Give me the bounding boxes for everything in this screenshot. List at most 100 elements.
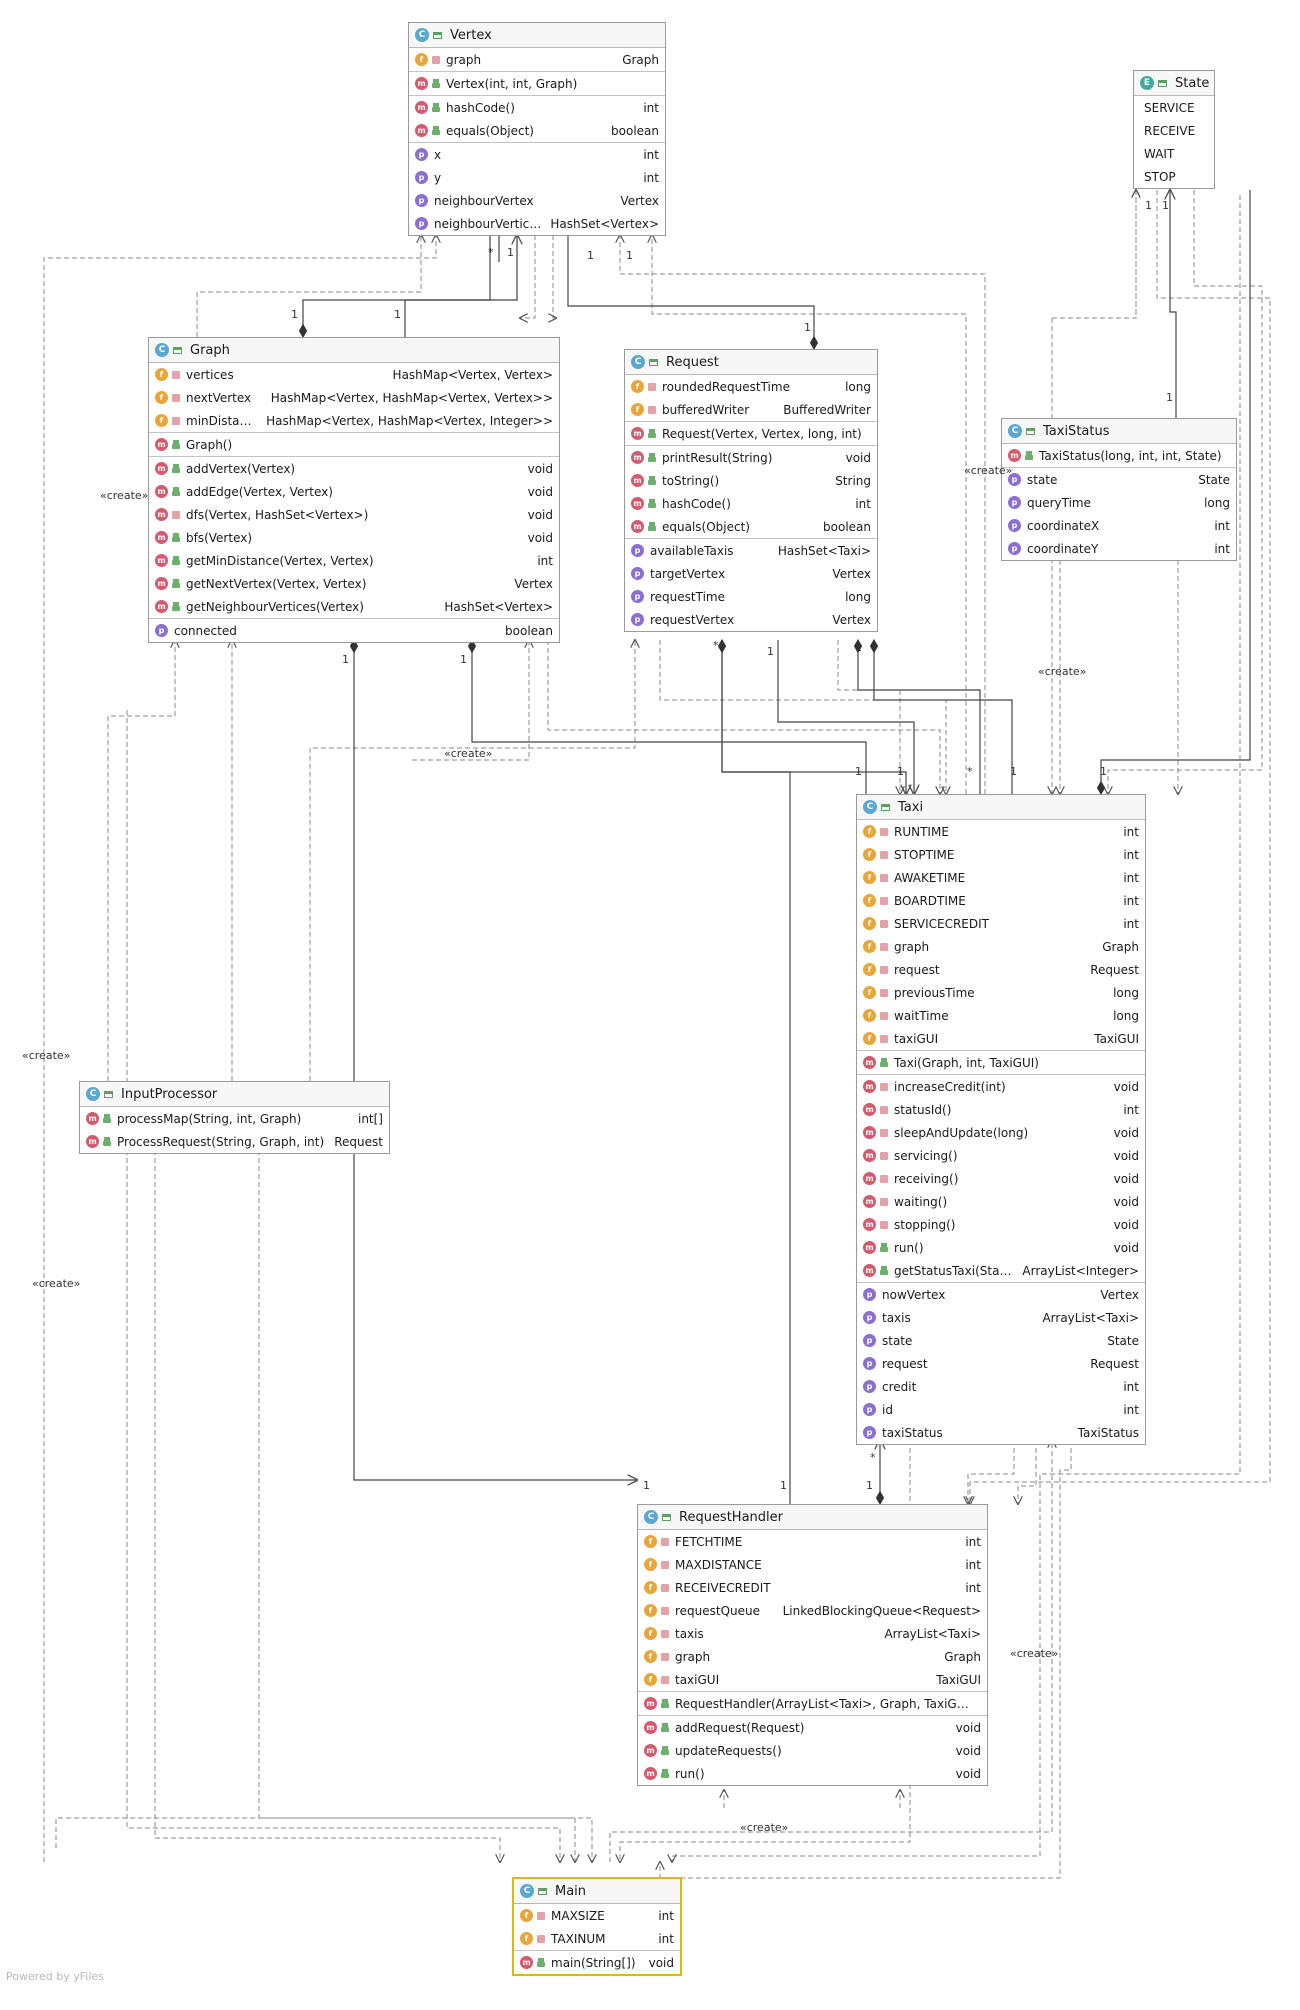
member-row[interactable]: f request Request [857, 958, 1145, 981]
member-row[interactable]: p requestTime long [625, 585, 877, 608]
member-row[interactable]: p neighbourVertices HashSet<Vertex> [409, 212, 665, 235]
member-row[interactable]: m getMinDistance(Vertex, Vertex) int [149, 549, 559, 572]
member-row[interactable]: p nowVertex Vertex [857, 1283, 1145, 1306]
public-visibility-icon [103, 1136, 111, 1146]
member-row[interactable]: f BOARDTIME int [857, 889, 1145, 912]
member-row[interactable]: f taxiGUI TaxiGUI [638, 1668, 987, 1691]
member-row[interactable]: m main(String[]) void [514, 1951, 680, 1974]
member-row[interactable]: m RequestHandler(ArrayList<Taxi>, Graph, … [638, 1692, 987, 1715]
member-row[interactable]: m addEdge(Vertex, Vertex) void [149, 480, 559, 503]
member-row[interactable]: f requestQueue LinkedBlockingQueue<Request… [638, 1599, 987, 1622]
class-taxistatus[interactable]: C TaxiStatus m TaxiStatus(long, int, int, S… [1001, 418, 1237, 561]
member-row[interactable]: f previousTime long [857, 981, 1145, 1004]
member-row[interactable]: m Request(Vertex, Vertex, long, int) [625, 422, 877, 445]
member-row[interactable]: p requestVertex Vertex [625, 608, 877, 631]
member-row[interactable]: f vertices HashMap<Vertex, Vertex> [149, 363, 559, 386]
member-row[interactable]: m addRequest(Request) void [638, 1716, 987, 1739]
member-row[interactable]: p availableTaxis HashSet<Taxi> [625, 539, 877, 562]
member-row[interactable]: p taxis ArrayList<Taxi> [857, 1306, 1145, 1329]
member-row[interactable]: m equals(Object) boolean [409, 119, 665, 142]
member-row[interactable]: m TaxiStatus(long, int, int, State) [1002, 444, 1236, 467]
member-section: m main(String[]) void [514, 1951, 680, 1974]
member-row[interactable]: SERVICE [1134, 96, 1214, 119]
member-row[interactable]: f nextVertex HashMap<Vertex, HashMap<Verte… [149, 386, 559, 409]
member-row[interactable]: f STOPTIME int [857, 843, 1145, 866]
member-row[interactable]: f SERVICECREDIT int [857, 912, 1145, 935]
member-row[interactable]: f TAXINUM int [514, 1927, 680, 1950]
member-row[interactable]: m receiving() void [857, 1167, 1145, 1190]
member-row[interactable]: p coordinateX int [1002, 514, 1236, 537]
member-row[interactable]: f graph Graph [857, 935, 1145, 958]
member-row[interactable]: m equals(Object) boolean [625, 515, 877, 538]
class-graph[interactable]: C Graph f vertices HashMap<Vertex, Vertex> f n… [148, 337, 560, 643]
class-icon: C [644, 1510, 658, 1524]
member-row[interactable]: f taxiGUI TaxiGUI [857, 1027, 1145, 1050]
class-request[interactable]: C Request f roundedRequestTime long f buffered… [624, 349, 878, 632]
member-row[interactable]: f waitTime long [857, 1004, 1145, 1027]
member-row[interactable]: f RUNTIME int [857, 820, 1145, 843]
member-row[interactable]: m statusId() int [857, 1098, 1145, 1121]
member-row[interactable]: m getStatusTaxi(State) ArrayList<Integer> [857, 1259, 1145, 1282]
member-row[interactable]: p request Request [857, 1352, 1145, 1375]
member-row[interactable]: m Graph() [149, 433, 559, 456]
member-row[interactable]: f MAXSIZE int [514, 1904, 680, 1927]
class-taxi[interactable]: C Taxi f RUNTIME int f STOPTIME int f AWAKETIME in… [856, 794, 1146, 1445]
member-row[interactable]: m servicing() void [857, 1144, 1145, 1167]
member-row[interactable]: m toString() String [625, 469, 877, 492]
member-row[interactable]: f minDistance HashMap<Vertex, HashMap<Vert… [149, 409, 559, 432]
member-row[interactable]: RECEIVE [1134, 119, 1214, 142]
member-row[interactable]: p targetVertex Vertex [625, 562, 877, 585]
member-row[interactable]: p state State [1002, 468, 1236, 491]
class-requesthandler[interactable]: C RequestHandler f FETCHTIME int f MAXDISTANCE… [637, 1504, 988, 1786]
member-row[interactable]: m sleepAndUpdate(long) void [857, 1121, 1145, 1144]
member-row[interactable]: m processMap(String, int, Graph) int[] [80, 1107, 389, 1130]
member-row[interactable]: m increaseCredit(int) void [857, 1075, 1145, 1098]
member-row[interactable]: m run() void [638, 1762, 987, 1785]
member-row[interactable]: STOP [1134, 165, 1214, 188]
member-row[interactable]: p coordinateY int [1002, 537, 1236, 560]
class-inputprocessor[interactable]: C InputProcessor m processMap(String, int, … [79, 1081, 390, 1154]
member-row[interactable]: m bfs(Vertex) void [149, 526, 559, 549]
member-row[interactable]: m getNextVertex(Vertex, Vertex) Vertex [149, 572, 559, 595]
member-row[interactable]: m hashCode() int [409, 96, 665, 119]
member-row[interactable]: p neighbourVertex Vertex [409, 189, 665, 212]
member-name: ProcessRequest(String, Graph, int) [117, 1134, 325, 1149]
member-row[interactable]: m waiting() void [857, 1190, 1145, 1213]
member-row[interactable]: p y int [409, 166, 665, 189]
member-row[interactable]: f roundedRequestTime long [625, 375, 877, 398]
create-stereotype-label: «create» [100, 489, 149, 502]
member-row[interactable]: WAIT [1134, 142, 1214, 165]
member-name: roundedRequestTime [662, 379, 790, 394]
member-row[interactable]: m getNeighbourVertices(Vertex) HashSet<Ver… [149, 595, 559, 618]
member-row[interactable]: f taxis ArrayList<Taxi> [638, 1622, 987, 1645]
member-row[interactable]: m addVertex(Vertex) void [149, 457, 559, 480]
enum-state[interactable]: E State SERVICE RECEIVE WAIT STOP [1133, 70, 1215, 189]
member-row[interactable]: f AWAKETIME int [857, 866, 1145, 889]
member-row[interactable]: f bufferedWriter BufferedWriter [625, 398, 877, 421]
member-row[interactable]: m updateRequests() void [638, 1739, 987, 1762]
member-row[interactable]: m ProcessRequest(String, Graph, int) Reque… [80, 1130, 389, 1153]
member-row[interactable]: m Vertex(int, int, Graph) [409, 72, 665, 95]
member-row[interactable]: f graph Graph [409, 48, 665, 71]
member-row[interactable]: p queryTime long [1002, 491, 1236, 514]
member-row[interactable]: p x int [409, 143, 665, 166]
member-type: HashMap<Vertex, Vertex> [392, 367, 553, 382]
member-row[interactable]: f RECEIVECREDIT int [638, 1576, 987, 1599]
class-main[interactable]: C Main f MAXSIZE int f TAXINUM int m main(String[… [512, 1877, 682, 1976]
member-row[interactable]: p taxiStatus TaxiStatus [857, 1421, 1145, 1444]
member-row[interactable]: m dfs(Vertex, HashSet<Vertex>) void [149, 503, 559, 526]
member-row[interactable]: p state State [857, 1329, 1145, 1352]
member-row[interactable]: m hashCode() int [625, 492, 877, 515]
class-vertex[interactable]: C Vertex f graph Graph m Vertex(int, int, Grap… [408, 22, 666, 236]
member-row[interactable]: f FETCHTIME int [638, 1530, 987, 1553]
member-row[interactable]: m stopping() void [857, 1213, 1145, 1236]
member-row[interactable]: m Taxi(Graph, int, TaxiGUI) [857, 1051, 1145, 1074]
member-row[interactable]: p connected boolean [149, 619, 559, 642]
member-name: Vertex(int, int, Graph) [446, 76, 578, 91]
member-row[interactable]: p id int [857, 1398, 1145, 1421]
member-row[interactable]: m printResult(String) void [625, 446, 877, 469]
member-row[interactable]: m run() void [857, 1236, 1145, 1259]
member-row[interactable]: f MAXDISTANCE int [638, 1553, 987, 1576]
member-row[interactable]: f graph Graph [638, 1645, 987, 1668]
member-row[interactable]: p credit int [857, 1375, 1145, 1398]
